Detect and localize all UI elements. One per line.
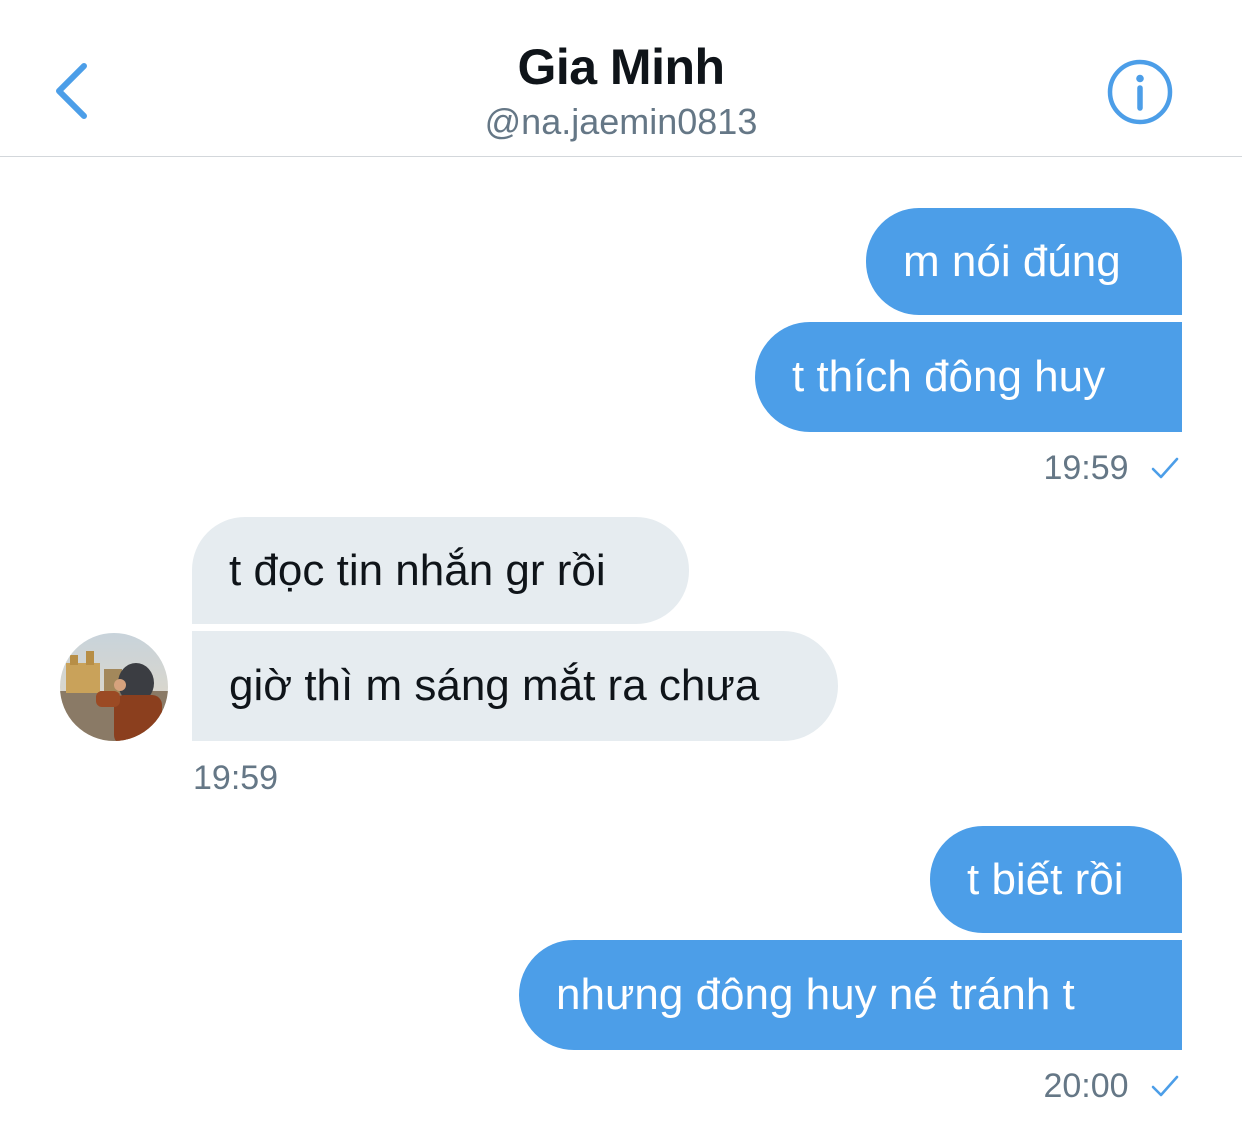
avatar-photo (60, 633, 168, 741)
conversation-handle: @na.jaemin0813 (484, 101, 758, 142)
dm-conversation-screen: Gia Minh @na.jaemin0813 m nói đúng t thí… (0, 0, 1242, 1135)
checkmark-icon (1151, 1075, 1179, 1097)
conversation-header: Gia Minh @na.jaemin0813 (0, 0, 1242, 157)
info-icon (1107, 59, 1173, 125)
info-button[interactable] (1106, 58, 1174, 126)
received-message-bubble[interactable]: t đọc tin nhắn gr rồi (192, 517, 689, 624)
checkmark-icon (1151, 457, 1179, 479)
message-text: t thích đông huy (792, 352, 1106, 401)
message-timestamp: 19:59 (1043, 449, 1180, 488)
message-text: t đọc tin nhắn gr rồi (229, 545, 606, 595)
avatar[interactable] (60, 633, 168, 741)
message-timestamp: 20:00 (1043, 1067, 1180, 1106)
message-text: nhưng đông huy né tránh t (556, 970, 1075, 1019)
conversation-title[interactable]: Gia Minh (0, 38, 1242, 96)
received-message-bubble[interactable]: giờ thì m sáng mắt ra chưa (192, 631, 838, 741)
sent-message-bubble[interactable]: t biết rồi (930, 826, 1182, 933)
message-text: t biết rồi (967, 854, 1124, 904)
message-text: m nói đúng (903, 236, 1121, 286)
sent-message-bubble[interactable]: m nói đúng (866, 208, 1182, 315)
sent-message-bubble[interactable]: t thích đông huy (755, 322, 1182, 432)
sent-message-bubble[interactable]: nhưng đông huy né tránh t (519, 940, 1182, 1050)
message-text: giờ thì m sáng mắt ra chưa (229, 661, 760, 710)
message-timestamp: 19:59 (193, 759, 279, 797)
